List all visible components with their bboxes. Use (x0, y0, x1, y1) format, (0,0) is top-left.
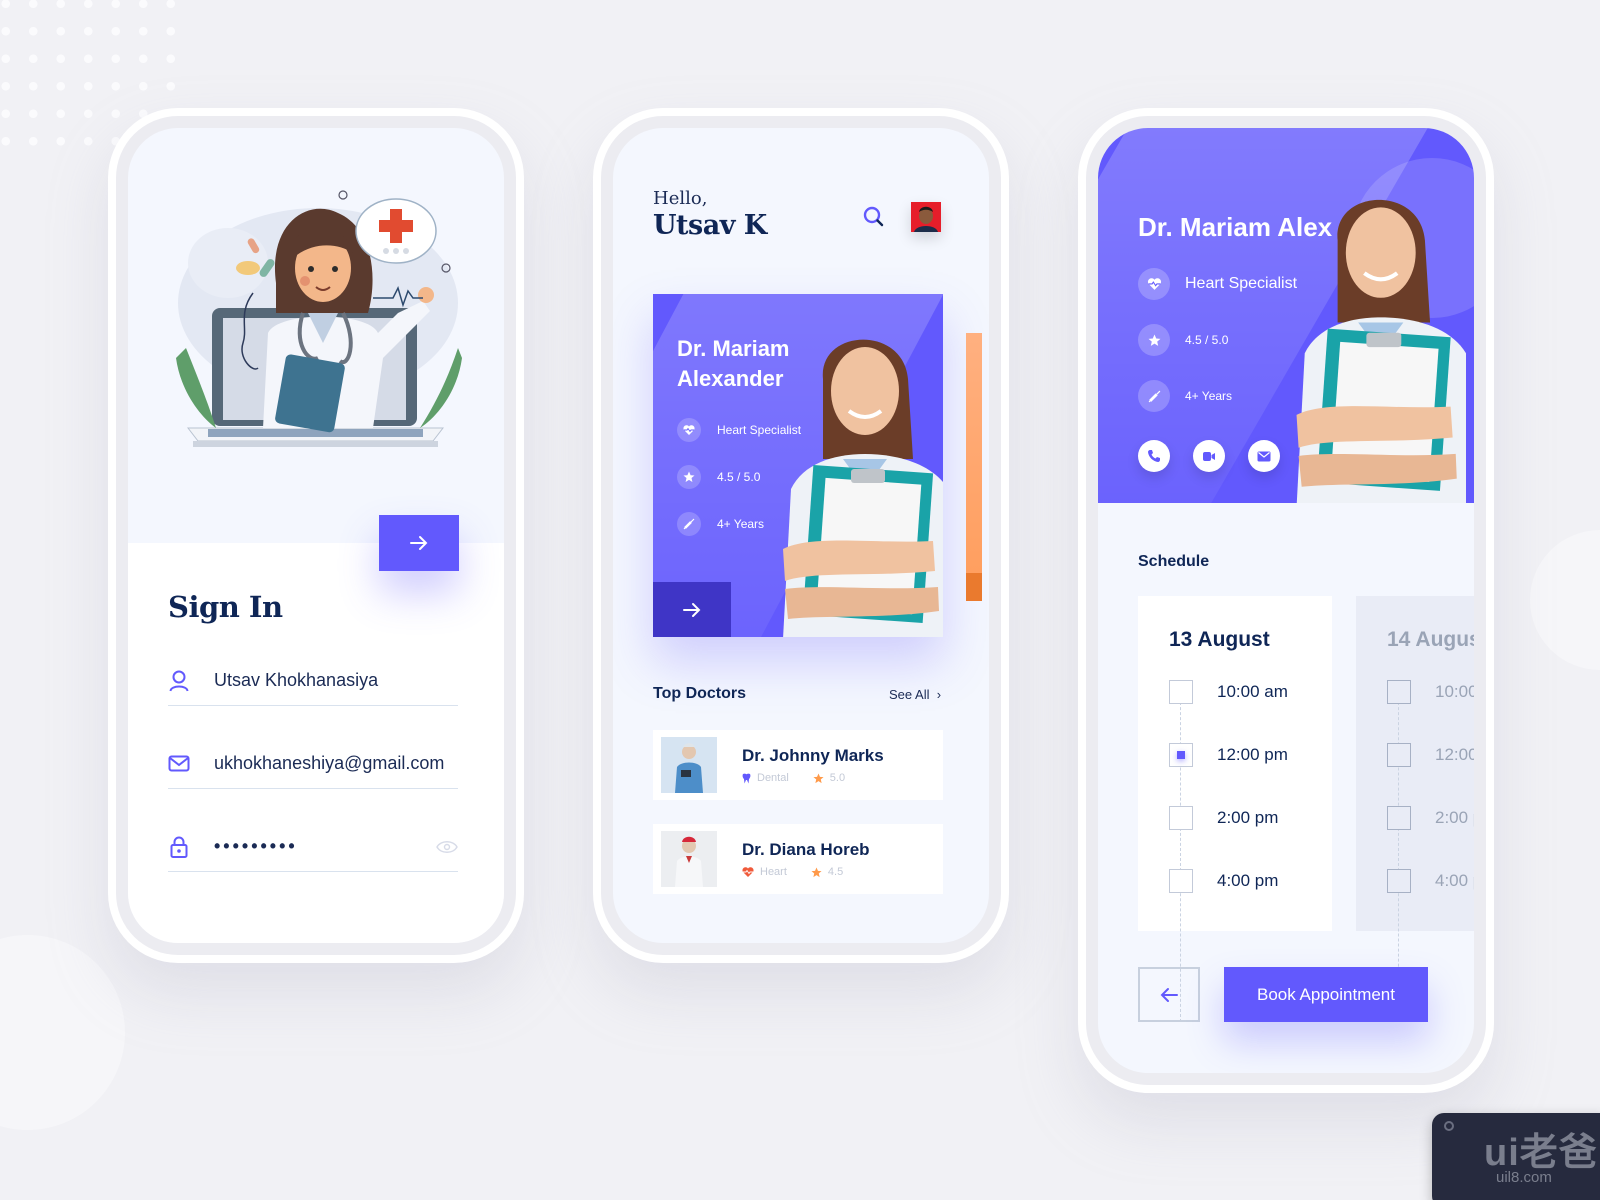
phone-icon (1148, 450, 1160, 462)
time-slot[interactable]: 2:00 pm (1169, 806, 1332, 830)
password-field[interactable]: ••••••••• (168, 822, 458, 872)
watermark-badge: ui老爸 uil8.com (1432, 1113, 1600, 1200)
signin-screen: Sign In Utsav Khokhanasiya ukhokhaneshiy… (128, 128, 504, 943)
time-slot[interactable]: 4:00 pm (1387, 869, 1474, 893)
email-value[interactable]: ukhokhaneshiya@gmail.com (214, 753, 458, 774)
greeting: Hello, (653, 188, 708, 209)
doctor-list-item[interactable]: Dr. Diana Horeb Heart 4.5 (653, 824, 943, 894)
phone-home: Hello, Utsav K Dr. Mariam Alexander Hear… (593, 108, 1009, 963)
time-slot-selected[interactable]: 12:00 pm (1169, 743, 1332, 767)
featured-experience: 4+ Years (677, 512, 764, 536)
slot-checkbox[interactable] (1387, 869, 1411, 893)
phone-doctor-detail: Dr. Mariam Alex Heart Specialist 4.5 / 5… (1078, 108, 1494, 1093)
doctor-hero: Dr. Mariam Alex Heart Specialist 4.5 / 5… (1098, 128, 1474, 503)
user-avatar[interactable] (911, 202, 941, 232)
doctor-rating: 4.5 / 5.0 (1138, 324, 1228, 356)
slot-checkbox[interactable] (1387, 680, 1411, 704)
day-label: 14 August (1387, 628, 1474, 651)
doctor-rating: 5.0 (813, 772, 845, 784)
book-appointment-button[interactable]: Book Appointment (1224, 967, 1428, 1022)
featured-rating: 4.5 / 5.0 (677, 465, 760, 489)
top-doctors-title: Top Doctors (653, 685, 747, 702)
background-circle (1530, 530, 1600, 670)
slot-checkbox[interactable] (1169, 806, 1193, 830)
watermark-logo: ui老爸 (1484, 1132, 1598, 1174)
doctor-category: Dental (742, 772, 789, 784)
doctor-category: Heart (742, 866, 787, 878)
doctor-name: Dr. Mariam Alex (1138, 212, 1333, 242)
search-icon[interactable] (863, 206, 885, 228)
arrow-right-icon (683, 602, 701, 617)
featured-doctor-card[interactable]: Dr. Mariam Alexander Heart Specialist 4.… (653, 294, 943, 637)
time-slot[interactable]: 10:00 am (1387, 680, 1474, 704)
message-button[interactable] (1248, 440, 1280, 472)
signin-submit-button[interactable] (379, 515, 459, 571)
name-field[interactable]: Utsav Khokhanasiya (168, 656, 458, 706)
arrow-right-icon (410, 536, 428, 550)
eye-icon[interactable] (436, 839, 458, 855)
doctor-thumbnail (661, 737, 717, 793)
doctor-thumbnail (661, 831, 717, 887)
chevron-right-icon: › (933, 687, 942, 702)
doctor-rating: 4.5 (811, 866, 843, 878)
user-name: Utsav K (653, 210, 767, 241)
call-button[interactable] (1138, 440, 1170, 472)
star-icon (811, 866, 822, 877)
day-label: 13 August (1169, 628, 1270, 651)
see-all-link[interactable]: See All › (889, 687, 941, 702)
background-circle (0, 935, 125, 1130)
doctor-specialty: Heart Specialist (1138, 268, 1297, 300)
featured-open-button[interactable] (653, 582, 731, 637)
slot-checkbox[interactable] (1387, 743, 1411, 767)
slot-checkbox[interactable] (1387, 806, 1411, 830)
video-icon (1203, 451, 1215, 461)
time-slot[interactable]: 2:00 pm (1387, 806, 1474, 830)
heart-pulse-icon (677, 418, 701, 442)
star-icon (677, 465, 701, 489)
home-screen: Hello, Utsav K Dr. Mariam Alexander Hear… (613, 128, 989, 943)
schedule-day-active[interactable]: 13 August 10:00 am 12:00 pm 2:00 pm 4:00… (1138, 596, 1332, 1022)
email-field[interactable]: ukhokhaneshiya@gmail.com (168, 739, 458, 789)
doctor-detail-screen: Dr. Mariam Alex Heart Specialist 4.5 / 5… (1098, 128, 1474, 1073)
doctor-photo (783, 339, 943, 637)
password-value[interactable]: ••••••••• (214, 836, 436, 857)
schedule-title: Schedule (1138, 553, 1210, 570)
time-slot[interactable]: 10:00 am (1169, 680, 1332, 704)
phone-signin: Sign In Utsav Khokhanasiya ukhokhaneshiy… (108, 108, 524, 963)
watermark-url: uil8.com (1496, 1169, 1552, 1186)
heart-pulse-icon (1138, 268, 1170, 300)
syringe-icon (677, 512, 701, 536)
arrow-left-icon (1160, 987, 1178, 1002)
doctor-experience: 4+ Years (1138, 380, 1232, 412)
slot-checkbox[interactable] (1169, 869, 1193, 893)
tooth-icon (742, 773, 751, 783)
slot-checkbox-checked[interactable] (1169, 743, 1193, 767)
doctor-name: Dr. Diana Horeb (742, 840, 870, 859)
back-button[interactable] (1138, 967, 1200, 1022)
signin-title: Sign In (168, 590, 283, 624)
slot-checkbox[interactable] (1169, 680, 1193, 704)
doctor-illustration (176, 190, 462, 447)
star-icon (813, 772, 824, 783)
mail-icon (1257, 451, 1271, 461)
next-featured-card-peek[interactable] (966, 333, 982, 601)
doctor-name: Dr. Johnny Marks (742, 746, 884, 765)
syringe-icon (1138, 380, 1170, 412)
name-value[interactable]: Utsav Khokhanasiya (214, 670, 458, 691)
video-call-button[interactable] (1193, 440, 1225, 472)
user-icon (168, 670, 190, 692)
heart-icon (742, 866, 754, 877)
lock-icon (168, 836, 190, 858)
time-slot[interactable]: 12:00 pm (1387, 743, 1474, 767)
schedule-day-inactive[interactable]: 14 August 10:00 am 12:00 pm 2:00 pm 4:00… (1356, 596, 1474, 1022)
star-icon (1138, 324, 1170, 356)
doctor-list-item[interactable]: Dr. Johnny Marks Dental 5.0 (653, 730, 943, 800)
time-slot[interactable]: 4:00 pm (1169, 869, 1332, 893)
mail-icon (168, 753, 190, 775)
